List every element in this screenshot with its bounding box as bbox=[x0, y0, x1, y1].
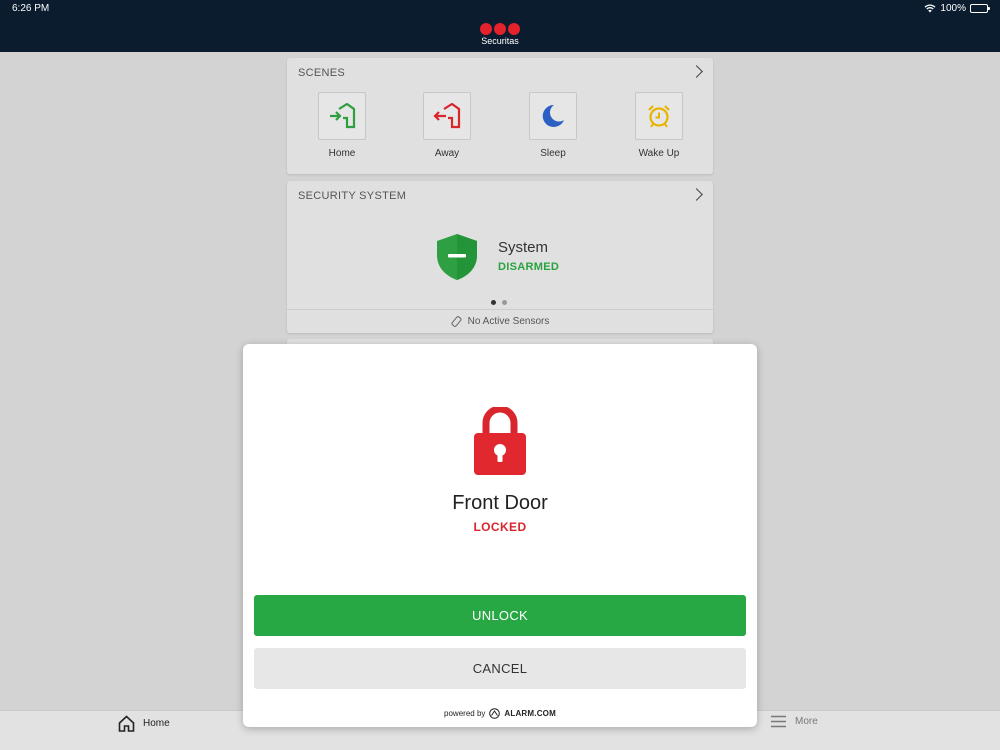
tab-home[interactable]: Home bbox=[118, 715, 170, 732]
scenes-card: SCENES Home Away Sleep Wake Up bbox=[287, 58, 713, 174]
scene-label: Home bbox=[328, 148, 356, 159]
battery-percent: 100% bbox=[940, 3, 966, 14]
sensor-status: No Active Sensors bbox=[287, 309, 713, 333]
status-time: 6:26 PM bbox=[12, 3, 50, 14]
scene-label: Wake Up bbox=[638, 148, 680, 159]
sensor-icon bbox=[451, 316, 462, 327]
lock-icon bbox=[474, 407, 526, 475]
shield-disarmed-icon bbox=[437, 234, 477, 280]
tab-label: More bbox=[795, 716, 818, 727]
security-system-card[interactable]: SECURITY SYSTEM System DISARMED No Activ… bbox=[287, 181, 713, 333]
page-dots[interactable] bbox=[491, 300, 507, 305]
tab-more[interactable]: More bbox=[770, 715, 818, 728]
battery-icon bbox=[970, 4, 990, 13]
home-leave-icon bbox=[433, 103, 461, 129]
scene-sleep[interactable]: Sleep bbox=[528, 92, 578, 159]
powered-by-brand: ALARM.COM bbox=[504, 709, 556, 718]
chevron-right-icon[interactable] bbox=[690, 188, 703, 201]
tab-label: Home bbox=[143, 718, 170, 729]
system-name: System bbox=[498, 239, 549, 256]
chevron-right-icon[interactable] bbox=[690, 65, 703, 78]
status-indicators: 100% bbox=[924, 3, 990, 14]
securitas-logo: Securitas bbox=[479, 23, 521, 46]
unlock-button[interactable]: UNLOCK bbox=[254, 595, 746, 636]
wifi-icon bbox=[924, 4, 936, 13]
alarm-clock-icon bbox=[648, 105, 670, 128]
system-state: DISARMED bbox=[498, 261, 560, 273]
scene-away[interactable]: Away bbox=[422, 92, 472, 159]
scene-label: Sleep bbox=[540, 148, 566, 159]
scene-wake-up[interactable]: Wake Up bbox=[634, 92, 684, 159]
powered-by-text: powered by bbox=[444, 709, 486, 718]
brand-name: Securitas bbox=[481, 36, 519, 46]
sensor-status-text: No Active Sensors bbox=[467, 316, 550, 327]
security-title: SECURITY SYSTEM bbox=[298, 190, 407, 202]
scene-home[interactable]: Home bbox=[317, 92, 367, 159]
home-icon bbox=[118, 715, 135, 732]
scene-label: Away bbox=[434, 148, 460, 159]
menu-icon bbox=[771, 715, 786, 728]
alarm-com-logo-icon bbox=[489, 708, 501, 719]
cancel-button[interactable]: CANCEL bbox=[254, 648, 746, 689]
powered-by: powered by ALARM.COM bbox=[243, 708, 757, 719]
lock-modal: Front Door LOCKED UNLOCK CANCEL powered … bbox=[243, 344, 757, 727]
app-header: 6:26 PM 100% Securitas bbox=[0, 0, 1000, 52]
home-arrive-icon bbox=[330, 103, 356, 129]
moon-icon bbox=[542, 104, 564, 127]
device-name: Front Door bbox=[452, 492, 548, 514]
scenes-title: SCENES bbox=[298, 67, 346, 79]
device-state: LOCKED bbox=[473, 520, 527, 534]
